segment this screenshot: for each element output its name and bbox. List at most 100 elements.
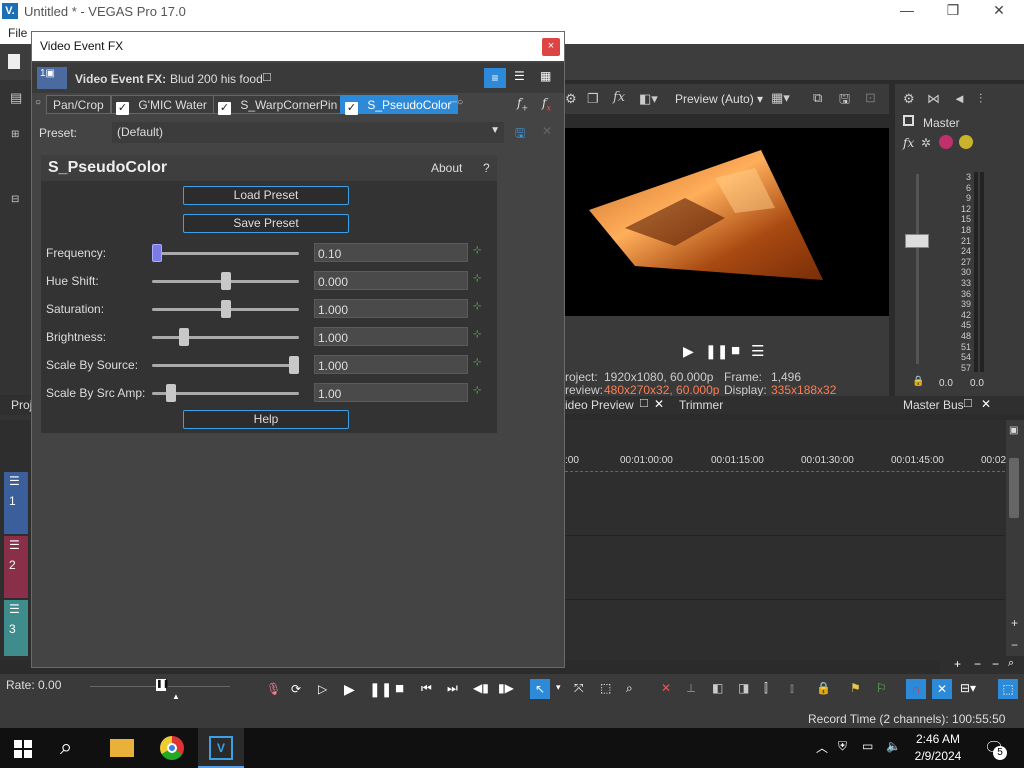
file-explorer-icon[interactable]	[110, 739, 134, 757]
split-icon[interactable]: ⫿	[764, 681, 768, 696]
ripple-icon[interactable]: ⫾	[790, 681, 794, 696]
param-value-field[interactable]: 1.000	[314, 327, 468, 346]
load-preset-button[interactable]: Load Preset	[183, 186, 349, 205]
insert-fx-icon[interactable]: ⋈	[927, 91, 940, 107]
param-slider[interactable]	[152, 364, 299, 367]
menu-icon[interactable]: ☰	[751, 342, 764, 360]
project-tab[interactable]: Proj	[0, 395, 32, 415]
master-fader-thumb[interactable]	[905, 234, 929, 248]
scroll-thumb[interactable]	[1009, 458, 1019, 518]
play-icon[interactable]: ▶	[683, 343, 694, 360]
explorer-icon[interactable]: ▤	[10, 90, 22, 106]
snap-icon[interactable]: ∩	[906, 679, 926, 699]
track-menu-icon[interactable]: ☰	[9, 602, 20, 616]
pseudo-checkbox[interactable]: ✓	[345, 102, 358, 115]
chain-item-pan-crop[interactable]: Pan/Crop	[46, 95, 111, 114]
tray-security-icon[interactable]: ⛨	[838, 739, 847, 754]
animate-keyframe-icon[interactable]: ⊹	[473, 301, 487, 315]
param-slider[interactable]	[152, 336, 299, 339]
track-menu-icon[interactable]: ☰	[9, 474, 20, 488]
transport-play-icon[interactable]: ▶	[344, 681, 355, 698]
dialog-close-button[interactable]: ×	[542, 38, 560, 56]
transport-pause-icon[interactable]: ❚❚	[369, 681, 392, 698]
rate-thumb[interactable]: ❚❚	[156, 679, 169, 691]
vertical-scrollbar[interactable]: ▣ + −	[1006, 420, 1024, 660]
expand-icon[interactable]: ⊞	[11, 129, 19, 140]
envelope-tool-icon[interactable]: ⤧	[574, 681, 584, 696]
param-slider-thumb[interactable]	[289, 356, 299, 374]
animate-keyframe-icon[interactable]: ⊹	[473, 245, 487, 259]
pause-icon[interactable]: ❚❚	[705, 343, 728, 360]
zoom-reset-icon[interactable]: −	[992, 657, 999, 671]
go-start-icon[interactable]: ⏮	[421, 681, 432, 696]
param-value-field[interactable]: 0.000	[314, 271, 468, 290]
save-preset-icon[interactable]: 🖫	[515, 124, 525, 145]
animate-keyframe-icon[interactable]: ⊹	[473, 357, 487, 371]
magnify-icon[interactable]: ⌕	[1008, 657, 1014, 670]
copy-icon[interactable]: ❐	[587, 91, 599, 107]
grid-icon[interactable]: ▦▾	[771, 90, 790, 106]
timeline-track-1[interactable]	[565, 472, 1005, 536]
clock-date[interactable]: 2/9/2024	[912, 749, 964, 763]
new-file-icon[interactable]	[8, 54, 20, 69]
gear-icon[interactable]: ⚙	[903, 91, 915, 107]
clock-time[interactable]: 2:46 AM	[915, 732, 961, 746]
split-screen-icon[interactable]: ◧▾	[639, 91, 658, 107]
transport-stop-icon[interactable]: ■	[395, 680, 404, 697]
master-fx-icon[interactable]: fx	[903, 136, 914, 150]
preset-dropdown[interactable]: (Default) ▼	[112, 122, 504, 143]
tool-dropdown-icon[interactable]: ▾	[556, 682, 561, 693]
tab-trimmer[interactable]: Trimmer	[679, 398, 723, 412]
timeline-track-2[interactable]	[565, 536, 1005, 600]
trim-start-icon[interactable]: ◧	[712, 681, 723, 695]
vegas-taskbar-button[interactable]: V	[198, 728, 244, 768]
lock-events-icon[interactable]: 🔒	[816, 681, 831, 695]
marker-icon[interactable]: ⚑	[850, 681, 861, 695]
network-icon[interactable]: ▭	[862, 739, 873, 753]
zoom-out-v-icon[interactable]: −	[1011, 638, 1018, 652]
play-from-start-icon[interactable]: ▷	[318, 682, 327, 696]
preview-quality-dropdown[interactable]: Preview (Auto) ▾	[675, 92, 763, 106]
view-compact-icon[interactable]: ☰	[514, 69, 525, 83]
param-value-field[interactable]: 1.000	[314, 299, 468, 318]
close-preview-icon[interactable]: ✕	[654, 397, 664, 411]
minimize-icon[interactable]: —	[884, 2, 930, 18]
track-header-3[interactable]: ☰ 3	[4, 600, 28, 656]
zoom-out-h-icon[interactable]: −	[974, 657, 981, 671]
delete-icon[interactable]: ✕	[661, 681, 671, 695]
trim-end-icon[interactable]: ◨	[738, 681, 749, 695]
param-slider-thumb[interactable]	[152, 244, 162, 262]
track-menu-icon[interactable]: ☰	[9, 538, 20, 552]
record-icon[interactable]: 🎙	[266, 682, 281, 696]
param-slider-thumb[interactable]	[179, 328, 190, 346]
lock-icon[interactable]: 🔒	[912, 376, 924, 387]
animate-keyframe-icon[interactable]: ⊹	[473, 329, 487, 343]
track-header-1[interactable]: ☰ 1	[4, 472, 28, 534]
save-preset-button[interactable]: Save Preset	[183, 214, 349, 233]
solo-icon[interactable]	[959, 135, 973, 149]
pin-icon[interactable]: ▣	[1009, 425, 1018, 436]
undock-icon[interactable]: ☐	[639, 397, 649, 410]
zoom-in-h-icon[interactable]: +	[954, 657, 961, 671]
view-grid-icon[interactable]: ▦	[540, 69, 551, 83]
param-slider-thumb[interactable]	[220, 300, 231, 318]
master-fader-track[interactable]	[916, 174, 919, 364]
help-question[interactable]: ?	[483, 161, 490, 175]
copy-snapshot-icon[interactable]: ⧉	[813, 90, 822, 106]
trim-icon[interactable]: ⟂	[687, 681, 695, 696]
animate-keyframe-icon[interactable]: ⊹	[473, 385, 487, 399]
add-fx-icon[interactable]: f+	[517, 96, 528, 112]
track-header-2[interactable]: ☰ 2	[4, 536, 28, 598]
gmic-checkbox[interactable]: ✓	[116, 102, 129, 115]
close-icon[interactable]: ✕	[976, 2, 1022, 19]
warp-checkbox[interactable]: ✓	[218, 102, 231, 115]
speaker-icon[interactable]: ◄	[953, 91, 966, 106]
view-list-icon[interactable]: ≡	[484, 68, 506, 88]
param-value-field[interactable]: 1.00	[314, 383, 468, 402]
chain-item-warp-corner-pin[interactable]: ✓ S_WarpCornerPin	[213, 95, 345, 115]
next-frame-icon[interactable]: ▮▶	[498, 681, 514, 695]
master-bus-label[interactable]: Master Bus	[903, 398, 964, 412]
stop-icon[interactable]: ■	[731, 342, 740, 359]
master-checkbox[interactable]	[903, 115, 914, 126]
save-snapshot-icon[interactable]: 🖫	[839, 90, 850, 112]
